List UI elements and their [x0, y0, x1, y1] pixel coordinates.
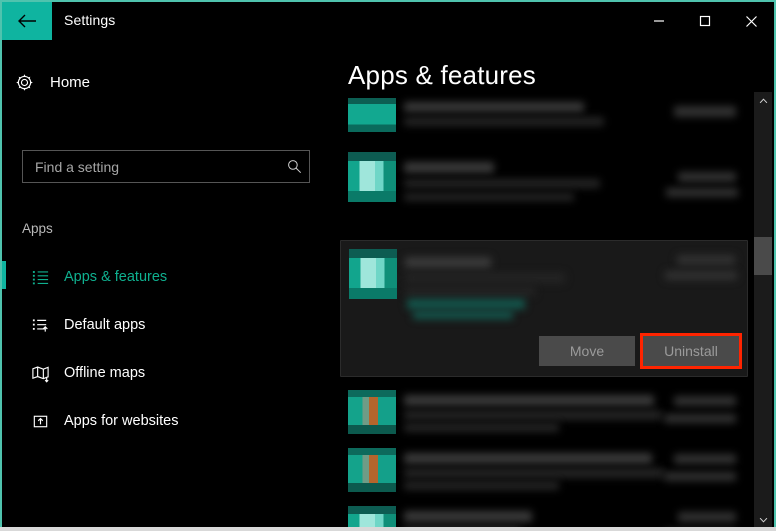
uninstall-button[interactable]: Uninstall [640, 333, 742, 369]
app-tile-icon [348, 448, 396, 492]
move-button[interactable]: Move [539, 336, 635, 366]
chevron-up-icon [759, 98, 767, 104]
app-name-blurred [404, 395, 654, 406]
sidebar-item-label: Default apps [64, 317, 146, 333]
app-size-blurred [677, 255, 735, 265]
app-detail-blurred [404, 193, 574, 201]
search-icon[interactable] [279, 159, 309, 174]
app-action-buttons: Move Uninstall [539, 333, 742, 369]
selection-indicator [2, 357, 6, 385]
scroll-thumb[interactable] [754, 237, 772, 275]
list-bullets-icon [18, 268, 62, 287]
map-download-icon [18, 364, 62, 383]
close-button[interactable] [728, 2, 774, 40]
chevron-down-icon [759, 517, 767, 523]
app-date-blurred [666, 188, 738, 197]
app-size-blurred [674, 106, 736, 117]
sidebar-nav-list: Apps & features Default apps Offline map… [2, 253, 332, 445]
sidebar-item-home[interactable]: Home [2, 64, 332, 100]
minimize-icon [654, 20, 664, 22]
desktop-strip [0, 527, 776, 531]
sidebar-home-label: Home [50, 73, 91, 91]
list-item[interactable] [340, 390, 748, 442]
app-publisher-blurred [404, 117, 604, 126]
app-size-blurred [678, 512, 736, 522]
close-icon [745, 15, 757, 27]
sidebar-item-label: Offline maps [64, 365, 146, 381]
app-name-blurred [404, 453, 652, 464]
app-link2-blurred [413, 311, 513, 319]
selected-app-card[interactable]: Move Uninstall [340, 240, 748, 377]
search-input[interactable] [23, 158, 279, 175]
window-title: Settings [64, 12, 116, 28]
app-tile-icon [348, 390, 396, 434]
app-tile-icon [349, 249, 397, 299]
list-item[interactable] [340, 448, 748, 500]
sidebar-item-label: Apps for websites [64, 413, 179, 429]
list-item[interactable] [340, 506, 748, 529]
selection-indicator [2, 405, 6, 433]
maximize-icon [699, 15, 711, 27]
app-tile-icon [348, 152, 396, 202]
sidebar: Home Apps [2, 42, 332, 529]
sidebar-item-offline-maps[interactable]: Offline maps [2, 349, 332, 397]
sidebar-item-label: Apps & features [64, 269, 168, 285]
app-publisher-blurred [404, 468, 664, 478]
sidebar-item-default-apps[interactable]: Default apps [2, 301, 332, 349]
arrow-left-icon [18, 14, 36, 28]
gear-icon [2, 73, 46, 92]
list-item[interactable] [340, 152, 748, 212]
app-publisher-blurred [405, 273, 565, 283]
app-detail-blurred [405, 287, 535, 296]
back-button[interactable] [2, 2, 52, 40]
app-name-blurred [404, 102, 584, 112]
app-detail-blurred [404, 481, 559, 490]
app-size-blurred [674, 396, 736, 406]
minimize-button[interactable] [636, 2, 682, 40]
sidebar-item-apps-for-websites[interactable]: Apps for websites [2, 397, 332, 445]
app-size-blurred [678, 172, 736, 182]
maximize-button[interactable] [682, 2, 728, 40]
app-name-blurred [405, 257, 491, 268]
app-date-blurred [665, 271, 737, 280]
app-name-blurred [404, 511, 532, 522]
app-size-blurred [674, 454, 736, 464]
app-link-blurred [407, 299, 525, 309]
sidebar-item-apps-and-features[interactable]: Apps & features [2, 253, 332, 301]
page-title: Apps & features [348, 60, 536, 90]
app-publisher-blurred [404, 410, 662, 420]
search-box[interactable] [22, 150, 310, 183]
app-tile-icon [348, 506, 396, 529]
settings-window: Settings Home Find a setting Apps Apps &… [0, 0, 776, 531]
scroll-up-button[interactable] [754, 92, 772, 110]
selection-indicator [2, 309, 6, 337]
app-list: Move Uninstall [332, 92, 772, 529]
selection-indicator [2, 261, 6, 289]
app-date-blurred [664, 414, 736, 423]
app-date-blurred [664, 472, 736, 481]
app-detail-blurred [404, 423, 559, 432]
list-arrow-icon [18, 316, 62, 335]
list-item[interactable] [340, 98, 748, 140]
main-pane: Apps & features Move Uninstall [332, 42, 772, 529]
sidebar-group-label: Apps [22, 221, 53, 236]
app-publisher-blurred [404, 179, 600, 188]
scrollbar[interactable] [754, 92, 772, 529]
app-name-blurred [404, 162, 494, 173]
app-tile-icon [348, 98, 396, 132]
box-arrow-up-icon [18, 412, 62, 431]
title-bar: Settings [2, 2, 774, 42]
